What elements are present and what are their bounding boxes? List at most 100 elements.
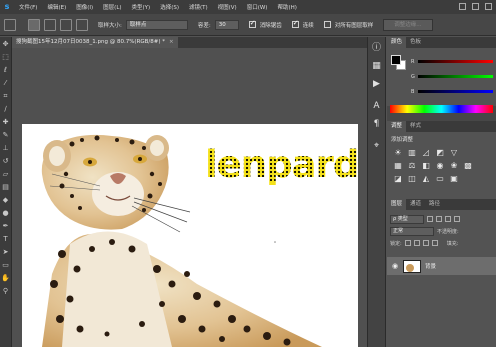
menu-view[interactable]: 视图(V) [213,3,242,11]
color-lookup-icon[interactable]: ▩ [463,161,473,171]
menu-file[interactable]: 文件(F) [14,3,42,11]
history-icon[interactable]: ▦ [370,60,383,73]
layer-row-background[interactable]: ◉ 背景 [387,257,496,275]
menu-layer[interactable]: 图层(L) [98,3,126,11]
slider-b[interactable]: B [411,87,493,96]
black-white-icon[interactable]: ◧ [421,161,431,171]
b-slider-track[interactable] [418,90,493,93]
close-icon[interactable] [485,3,492,10]
paragraph-icon[interactable]: ¶ [370,118,383,131]
eyedropper-tool-icon[interactable]: ∕ [1,104,11,115]
lock-position-icon[interactable] [422,240,429,246]
threshold-icon[interactable]: ◭ [421,174,431,184]
blend-mode-select[interactable]: 正常 [390,226,434,236]
path-select-tool-icon[interactable]: ➤ [1,247,11,258]
restore-icon[interactable] [472,3,479,10]
tolerance-input[interactable]: 30 [214,19,239,30]
canvas-workspace[interactable]: lenpard lenpard [12,48,367,347]
marquee-tool-icon[interactable]: ⬚ [1,52,11,63]
crop-tool-icon[interactable]: ⌗ [1,91,11,102]
sample-size-select[interactable]: 取样点 [125,19,188,30]
hand-tool-icon[interactable]: ✋ [1,273,11,284]
contiguous-checkbox[interactable] [291,19,299,28]
healing-tool-icon[interactable]: ✚ [1,117,11,128]
minimize-icon[interactable] [459,3,466,10]
color-spectrum-ramp[interactable] [390,105,493,113]
invert-icon[interactable]: ◪ [393,174,403,184]
slider-r[interactable]: R [411,57,493,66]
posterize-icon[interactable]: ◫ [407,174,417,184]
g-slider-track[interactable] [418,75,493,78]
foreground-color-swatch[interactable] [391,55,401,65]
add-selection-icon[interactable] [44,18,56,31]
magic-wand-preset-icon[interactable] [4,18,16,31]
pen-tool-icon[interactable]: ✒ [1,221,11,232]
r-slider-track[interactable] [418,60,493,63]
tab-layers[interactable]: 图层 [387,199,407,210]
channel-mixer-icon[interactable]: ❀ [449,161,459,171]
actions-icon[interactable]: ▶ [370,78,383,91]
photo-filter-icon[interactable]: ◉ [435,161,445,171]
filter-type-icon[interactable] [445,216,451,222]
intersect-selection-icon[interactable] [76,18,88,31]
move-tool-icon[interactable]: ✥ [1,39,11,50]
all-layers-checkbox[interactable] [323,21,331,28]
stamp-tool-icon[interactable]: ⊥ [1,143,11,154]
lock-transparent-icon[interactable] [404,240,411,246]
document-canvas[interactable]: lenpard lenpard [22,124,358,347]
exposure-icon[interactable]: ◩ [435,148,445,158]
lock-all-icon[interactable] [431,240,438,246]
filter-pixel-icon[interactable] [427,216,433,222]
layer-filter-row: ρ 类型 [387,213,496,225]
history-brush-icon[interactable]: ↺ [1,156,11,167]
info-icon[interactable]: ⓘ [370,42,383,55]
document-tab[interactable]: 搜狗截图15年12月07日0038_1.png @ 80.7%(RGB/8#) … [12,37,178,48]
shape-tool-icon[interactable]: ▭ [1,260,11,271]
type-tool-icon[interactable]: T [1,234,11,245]
brush-tool-icon[interactable]: ✎ [1,130,11,141]
all-layers-label: 对所有图层取样 [334,22,374,29]
slider-g[interactable]: G [411,72,493,81]
eraser-tool-icon[interactable]: ▱ [1,169,11,180]
refine-edge-button[interactable]: 调整边缘... [383,18,433,31]
layer-filter-select[interactable]: ρ 类型 [390,214,424,224]
dodge-tool-icon[interactable]: ● [1,208,11,219]
zoom-tool-icon[interactable]: ⚲ [1,286,11,297]
magic-wand-tool-icon[interactable]: ⁄ [1,78,11,89]
tab-channels[interactable]: 通道 [406,199,425,210]
menu-edit[interactable]: 编辑(E) [42,3,71,11]
vibrance-icon[interactable]: ▽ [449,148,459,158]
tab-styles[interactable]: 样式 [406,121,425,132]
lock-pixels-icon[interactable] [413,240,420,246]
brightness-icon[interactable]: ☀ [393,148,403,158]
filter-shape-icon[interactable] [454,216,460,222]
new-selection-icon[interactable] [28,18,40,31]
filter-adjust-icon[interactable] [436,216,442,222]
menu-image[interactable]: 图像(I) [71,3,98,11]
close-tab-icon[interactable]: × [169,39,174,45]
gradient-tool-icon[interactable]: ▤ [1,182,11,193]
brush-presets-icon[interactable]: ⌖ [370,140,383,153]
menu-help[interactable]: 帮助(H) [272,3,301,11]
levels-icon[interactable]: ▥ [407,148,417,158]
tools-panel: ✥ ⬚ ℓ ⁄ ⌗ ∕ ✚ ✎ ⊥ ↺ ▱ ▤ ◆ ● ✒ T ➤ ▭ ✋ ⚲ [0,37,12,347]
lasso-tool-icon[interactable]: ℓ [1,65,11,76]
menu-select[interactable]: 选择(S) [155,3,184,11]
tab-adjustments[interactable]: 调整 [387,121,407,132]
color-balance-icon[interactable]: ⚖ [407,161,417,171]
tab-swatches[interactable]: 色板 [406,37,425,48]
hue-saturation-icon[interactable]: ▦ [393,161,403,171]
menu-window[interactable]: 窗口(W) [242,3,273,11]
tab-color[interactable]: 颜色 [387,37,407,48]
eye-icon[interactable]: ◉ [391,262,399,270]
subtract-selection-icon[interactable] [60,18,72,31]
menu-filter[interactable]: 滤镜(T) [184,3,213,11]
tab-paths[interactable]: 路径 [425,199,444,210]
antialias-checkbox[interactable] [248,19,256,28]
selective-color-icon[interactable]: ▣ [449,174,459,184]
blur-tool-icon[interactable]: ◆ [1,195,11,206]
character-icon[interactable]: A [370,100,383,113]
menu-type[interactable]: 类型(Y) [127,3,156,11]
gradient-map-icon[interactable]: ▭ [435,174,445,184]
curves-icon[interactable]: ◿ [421,148,431,158]
